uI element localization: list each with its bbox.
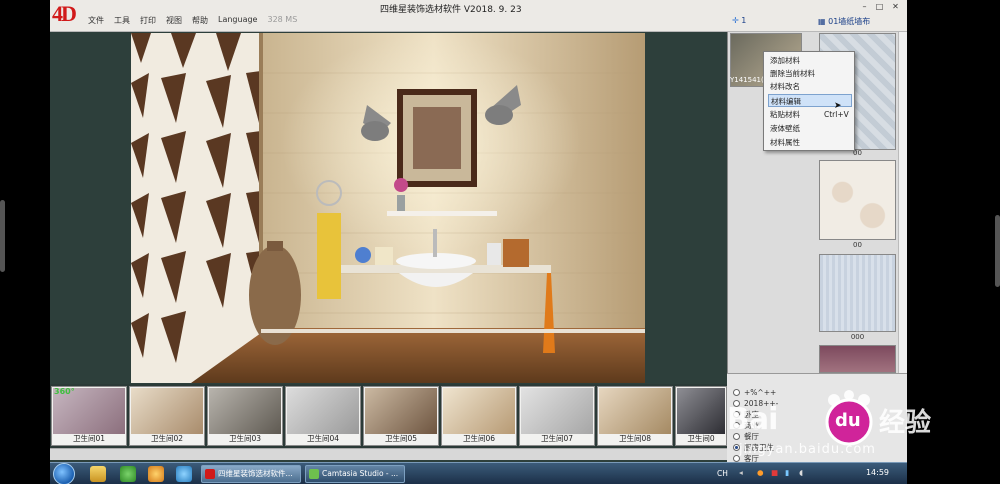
scene-thumb-3[interactable]: 卫生间03 (207, 386, 283, 446)
grid-icon: ▦ (818, 17, 826, 26)
menu-bar: 文件 工具 打印 视图 帮助 Language 328 MS (88, 15, 307, 26)
ctx-edit-material-label: 材料编辑 (771, 97, 801, 106)
scene-label-9: 卫生间0 (687, 434, 715, 443)
chat-app-icon[interactable] (148, 466, 164, 482)
ctx-rename-material[interactable]: 材料改名 (768, 80, 852, 93)
task-4d-app[interactable]: 四维星装饰选材软件... (201, 465, 301, 483)
scene-label-1: 卫生间01 (72, 434, 106, 443)
scene-image (521, 388, 593, 434)
app-logo: 4D (52, 1, 77, 26)
maximize-button[interactable]: □ (873, 2, 886, 12)
task-label-1: 四维星装饰选材软件... (218, 469, 293, 478)
render-viewport[interactable] (131, 33, 645, 383)
scene-thumb-2[interactable]: 卫生间02 (129, 386, 205, 446)
scene-thumb-6[interactable]: 卫生间06 (441, 386, 517, 446)
panorama-badge: 360° (54, 387, 75, 396)
ctx-delete-material-label: 删除当前材料 (770, 69, 815, 78)
layer-value: 1 (741, 16, 747, 25)
tray-arrow-icon[interactable]: ◂ (739, 468, 743, 477)
wechat-icon[interactable] (120, 466, 136, 482)
ctx-material-properties-label: 材料属性 (770, 138, 800, 147)
material-scrollbar[interactable] (898, 32, 907, 373)
material-caption-3: 000 (850, 333, 865, 341)
ctx-liquid-wallpaper-label: 液体壁纸 (770, 124, 800, 133)
minimize-button[interactable]: – (858, 2, 871, 12)
ctx-liquid-wallpaper[interactable]: 液体壁纸 (768, 122, 852, 135)
ctx-material-properties[interactable]: 材料属性 (768, 136, 852, 149)
menu-print[interactable]: 打印 (140, 15, 156, 26)
material-thumb-4[interactable] (819, 345, 896, 373)
ctx-add-material[interactable]: 添加材料 (768, 54, 852, 67)
menu-help[interactable]: 帮助 (192, 15, 208, 26)
ctx-paste-material-label: 粘贴材料 (770, 110, 800, 119)
material-thumb-2[interactable] (819, 160, 896, 240)
scene-label-3: 卫生间03 (228, 434, 262, 443)
screen: 4D 文件 工具 打印 视图 帮助 Language 328 MS 四维星装饰选… (0, 0, 1000, 484)
folder-icon[interactable] (90, 466, 106, 482)
scene-label-7: 卫生间07 (540, 434, 574, 443)
start-button[interactable] (53, 463, 75, 484)
scene-label-2: 卫生间02 (150, 434, 184, 443)
scene-label-4: 卫生间04 (306, 434, 340, 443)
window-title: 四维星装饰选材软件 V2018. 9. 23 (380, 5, 522, 15)
scene-thumb-8[interactable]: 卫生间08 (597, 386, 673, 446)
menu-file[interactable]: 文件 (88, 15, 104, 26)
system-clock[interactable]: 14:59 (866, 468, 889, 477)
windows-taskbar: 四维星装饰选材软件... Camtasia Studio - ... CH ◂ … (50, 462, 907, 484)
tray-app-icon[interactable]: ● (757, 468, 764, 477)
paw-text: du (835, 410, 861, 431)
task-label-2: Camtasia Studio - ... (322, 469, 399, 478)
baidu-watermark: Bai du 经验 jingyan.baidu.com (727, 388, 987, 458)
watermark-brand: Bai (727, 402, 778, 437)
app-4d-icon (205, 469, 215, 479)
input-language[interactable]: CH (717, 469, 728, 478)
layer-indicator[interactable]: ✛ 1 (732, 16, 746, 25)
scene-scrollbar[interactable] (50, 448, 727, 460)
task-camtasia[interactable]: Camtasia Studio - ... (305, 465, 405, 483)
title-menu-bar: 4D 文件 工具 打印 视图 帮助 Language 328 MS 四维星装饰选… (50, 0, 907, 32)
tray-4d-icon[interactable]: ■ (771, 468, 778, 477)
scene-image (599, 388, 671, 434)
camtasia-icon (309, 469, 319, 479)
scene-image (209, 388, 281, 434)
scene-label-5: 卫生间05 (384, 434, 418, 443)
menu-language[interactable]: Language (218, 15, 257, 26)
scene-thumb-5[interactable]: 卫生间05 (363, 386, 439, 446)
scene-strip: 360° 卫生间01 卫生间02 卫生间03 卫生间04 卫生间05 卫生间06… (50, 384, 727, 448)
scene-thumb-9[interactable]: 卫生间0 (675, 386, 727, 446)
close-button[interactable]: ✕ (889, 2, 902, 12)
ctx-rename-material-label: 材料改名 (770, 82, 800, 91)
phone-edge-right (995, 215, 1000, 287)
scene-label-8: 卫生间08 (618, 434, 652, 443)
scene-image (443, 388, 515, 434)
watermark-url: jingyan.baidu.com (739, 442, 876, 457)
material-thumb-3[interactable] (819, 254, 896, 332)
bathroom-render (131, 33, 645, 383)
menu-tools[interactable]: 工具 (114, 15, 130, 26)
scene-thumb-7[interactable]: 卫生间07 (519, 386, 595, 446)
volume-icon[interactable]: ◖ (799, 468, 803, 477)
material-category-label: 01墙纸墙布 (828, 17, 871, 26)
phone-edge-left (0, 200, 5, 272)
material-context-menu: 添加材料 删除当前材料 材料改名 材料编辑 粘贴材料 Ctrl+V 液体壁纸 材料… (763, 51, 855, 151)
watermark-brand-cn: 经验 (879, 408, 932, 438)
scene-image (131, 388, 203, 434)
scene-image (677, 388, 725, 434)
mouse-cursor-icon: ➤ (834, 101, 842, 111)
ctx-delete-material[interactable]: 删除当前材料 (768, 67, 852, 80)
browser-icon[interactable] (176, 466, 192, 482)
material-category-selector[interactable]: ▦ 01墙纸墙布 (818, 16, 870, 27)
scene-image (365, 388, 437, 434)
ctx-add-material-label: 添加材料 (770, 56, 800, 65)
scene-thumb-1[interactable]: 360° 卫生间01 (51, 386, 127, 446)
crosshair-icon: ✛ (732, 16, 739, 25)
scene-image (287, 388, 359, 434)
scene-thumb-4[interactable]: 卫生间04 (285, 386, 361, 446)
render-timing: 328 MS (267, 15, 298, 24)
menu-view[interactable]: 视图 (166, 15, 182, 26)
network-icon[interactable]: ▮ (785, 468, 789, 477)
scene-label-6: 卫生间06 (462, 434, 496, 443)
material-caption-2: 00 (853, 241, 862, 249)
